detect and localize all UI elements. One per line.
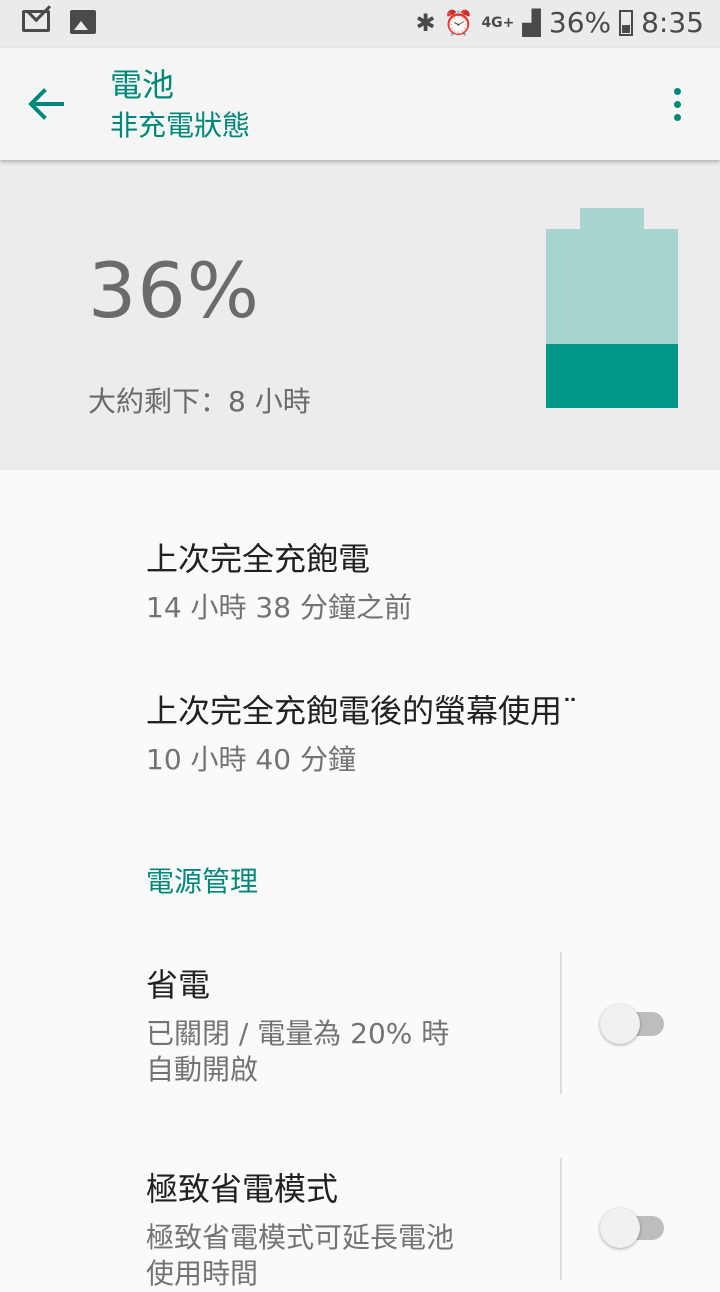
gmail-icon [22, 10, 50, 32]
item-summary-line: 使用時間 [146, 1257, 259, 1290]
battery-saver-switch[interactable] [600, 1002, 666, 1046]
item-summary-line: 極致省電模式可延長電池 [146, 1221, 455, 1254]
status-bar: ✱ ⏰ 4G+ ▟ 36% 8:35 [0, 0, 720, 48]
item-title: 上次完全充飽電後的螢幕使用¨ [146, 692, 579, 730]
section-header-power-management: 電源管理 [146, 865, 259, 898]
extreme-power-saving-item[interactable]: 極致省電模式 極致省電模式可延長電池 使用時間 [146, 1164, 454, 1292]
back-arrow-icon[interactable] [24, 82, 68, 126]
item-title: 上次完全充飽電 [146, 540, 371, 578]
battery-icon [619, 9, 634, 36]
extreme-power-saving-switch[interactable] [600, 1206, 666, 1250]
battery-percent: 36% [88, 246, 260, 335]
bluetooth-icon: ✱ [415, 8, 436, 37]
battery-level-graphic [546, 208, 678, 408]
item-title: 極致省電模式 [146, 1170, 339, 1208]
battery-remaining: 大約剩下：8 小時 [88, 385, 311, 418]
divider [560, 1158, 562, 1280]
app-bar: 電池 非充電狀態 [0, 48, 720, 160]
item-summary: 已關閉 / 電量為 20% 時 自動開啟 [146, 1016, 449, 1088]
battery-level-fill [546, 344, 678, 408]
divider [560, 952, 562, 1094]
item-summary-line: 已關閉 / 電量為 20% 時 [146, 1017, 450, 1050]
item-summary-line: 自動開啟 [146, 1053, 259, 1086]
item-summary: 10 小時 40 分鐘 [146, 743, 356, 776]
status-time: 8:35 [641, 6, 704, 39]
image-icon [70, 10, 96, 34]
last-full-charge-item[interactable]: 上次完全充飽電 14 小時 38 分鐘之前 [146, 534, 412, 626]
item-summary: 14 小時 38 分鐘之前 [146, 591, 412, 624]
item-title: 省電 [146, 966, 211, 1004]
battery-summary: 36% 大約剩下：8 小時 [0, 160, 720, 470]
page-subtitle: 非充電狀態 [110, 109, 251, 142]
status-battery-percent: 36% [548, 6, 612, 39]
overflow-menu-icon[interactable] [674, 88, 682, 127]
4g-icon: 4G+ [481, 14, 515, 31]
signal-icon: ▟ [522, 8, 541, 37]
screen-usage-item[interactable]: 上次完全充飽電後的螢幕使用¨ 10 小時 40 分鐘 [146, 686, 578, 778]
alarm-icon: ⏰ [443, 8, 474, 37]
page-title: 電池 [110, 66, 175, 104]
item-summary: 極致省電模式可延長電池 使用時間 [146, 1220, 454, 1292]
battery-saver-item[interactable]: 省電 已關閉 / 電量為 20% 時 自動開啟 [146, 960, 449, 1088]
